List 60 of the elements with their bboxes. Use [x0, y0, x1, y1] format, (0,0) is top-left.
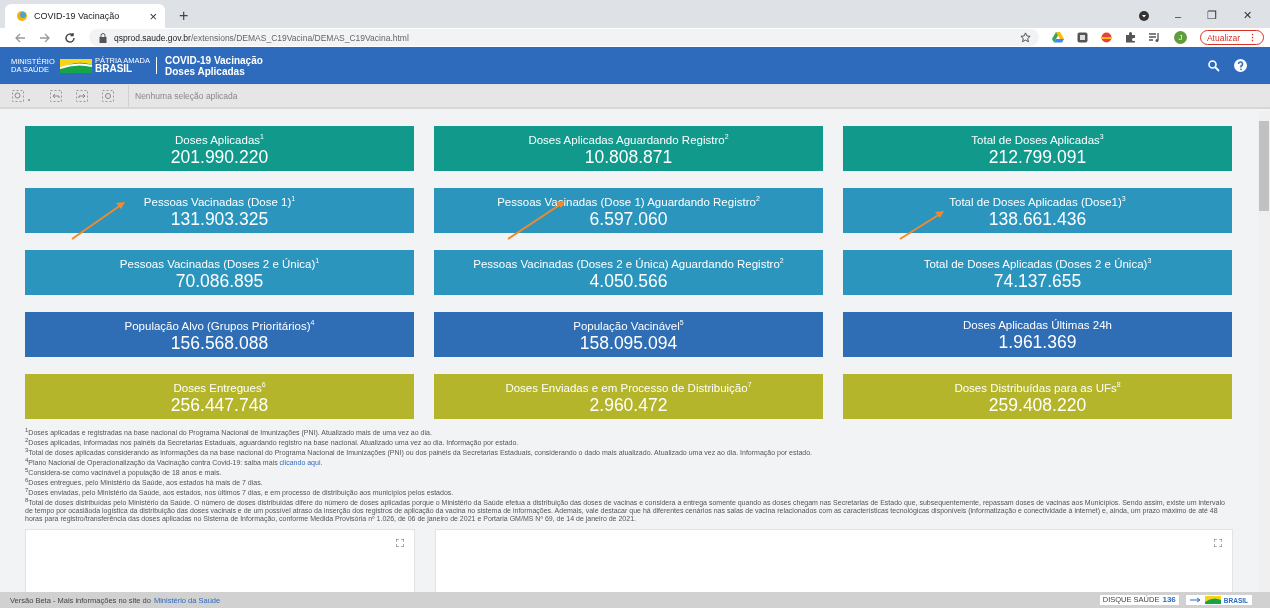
- lock-icon: [99, 32, 107, 43]
- clear-selections-icon[interactable]: [102, 90, 114, 102]
- close-tab-button[interactable]: ×: [149, 8, 157, 24]
- kpi-label: Total de Doses Aplicadas (Dose1)$^{3}$: [949, 194, 1126, 209]
- kpi-value: 70.086.895: [175, 270, 264, 291]
- kpi-label: Total de Doses Aplicadas$^{3}$: [971, 132, 1104, 147]
- kpi-label: Pessoas Vacinadas (Doses 2 e Única) Aguardando Registro$^{2}$: [473, 256, 784, 271]
- kpi-value: 2.960.472: [589, 394, 668, 415]
- kpi-value: 259.408.220: [988, 394, 1087, 415]
- kpi-label: Doses Enviadas e em Processo de Distribuição$^{7}$: [505, 380, 752, 395]
- kpi-label: População Alvo (Grupos Prioritários)$^{4}$: [124, 318, 315, 333]
- forward-icon[interactable]: [39, 31, 51, 44]
- dashboard-subtitle: Doses Aplicadas: [165, 65, 245, 77]
- kpi-value: 201.990.220: [170, 146, 269, 167]
- kpi-value: 1.961.369: [998, 331, 1077, 352]
- kpi-value: 4.050.566: [589, 270, 668, 291]
- drive-icon[interactable]: [1051, 32, 1064, 43]
- puzzle-icon[interactable]: [1124, 32, 1136, 43]
- kpi-label: Doses Distribuídas para as UFs$^{8}$: [954, 380, 1121, 395]
- kpi-value: 212.799.091: [988, 146, 1087, 167]
- reload-icon[interactable]: [64, 31, 76, 44]
- selection-status: Nenhuma seleção aplicada: [128, 85, 238, 107]
- kpi-label: Pessoas Vacinadas (Doses 2 e Única)$^{1}$: [119, 256, 320, 271]
- kpi-label: Doses Entregues$^{6}$: [173, 380, 266, 395]
- kpi-label: Pessoas Vacinadas (Dose 1) Aguardando Registro$^{2}$: [497, 194, 760, 209]
- fullscreen-icon[interactable]: [396, 539, 404, 547]
- kpi-label: Total de Doses Aplicadas (Doses 2 e Única)$^{3}$: [923, 256, 1152, 271]
- step-forward-icon[interactable]: [76, 90, 88, 102]
- kpi-value: 131.903.325: [170, 208, 269, 229]
- annotation-arrow: [71, 202, 125, 240]
- kpi-value: 10.808.871: [584, 146, 673, 167]
- kpi-label: Pessoas Vacinadas (Dose 1)$^{1}$: [143, 194, 296, 209]
- star-icon[interactable]: [1019, 32, 1031, 43]
- new-tab-button[interactable]: +: [179, 6, 189, 25]
- fullscreen-icon[interactable]: [1214, 539, 1222, 547]
- window-control[interactable]: ✕: [1243, 9, 1252, 22]
- annotation-arrow: [899, 211, 944, 240]
- tab-title: COVID-19 Vacinação: [34, 11, 121, 21]
- search-icon[interactable]: [1208, 59, 1220, 72]
- kpi-label: Doses Aplicadas$^{1}$: [175, 132, 264, 147]
- kpi-value: 74.137.655: [993, 270, 1082, 291]
- kpi-value: 138.661.436: [988, 208, 1087, 229]
- back-icon[interactable]: [14, 31, 26, 44]
- step-back-icon[interactable]: [50, 90, 62, 102]
- kpi-label: Doses Aplicadas Últimas 24h: [963, 317, 1112, 332]
- kpi-value: 6.597.060: [589, 208, 668, 229]
- profile-menu-icon[interactable]: [1138, 10, 1149, 21]
- window-control[interactable]: –: [1174, 9, 1181, 22]
- window-control[interactable]: ❐: [1207, 9, 1217, 22]
- kpi-value: 158.095.094: [579, 332, 678, 353]
- help-icon[interactable]: [1234, 59, 1247, 72]
- dashboard-title: COVID-19 Vacinação: [165, 54, 263, 66]
- kpi-label: População Vacinável$^{5}$: [573, 318, 684, 333]
- kpi-value: 256.447.748: [170, 394, 269, 415]
- kpi-value: 156.568.088: [170, 332, 269, 353]
- update-button[interactable]: Atualizar ⋮: [1199, 30, 1264, 45]
- address-field[interactable]: qsprod.saude.gov.br/extensions/DEMAS_C19Vacina/DEMAS_C19Vacina.html: [89, 29, 1039, 46]
- browser-tab[interactable]: COVID-19 Vacinação ×: [5, 4, 165, 28]
- playlist-icon[interactable]: [1148, 32, 1161, 43]
- kpi-label: Doses Aplicadas Aguardando Registro$^{2}$: [528, 132, 729, 147]
